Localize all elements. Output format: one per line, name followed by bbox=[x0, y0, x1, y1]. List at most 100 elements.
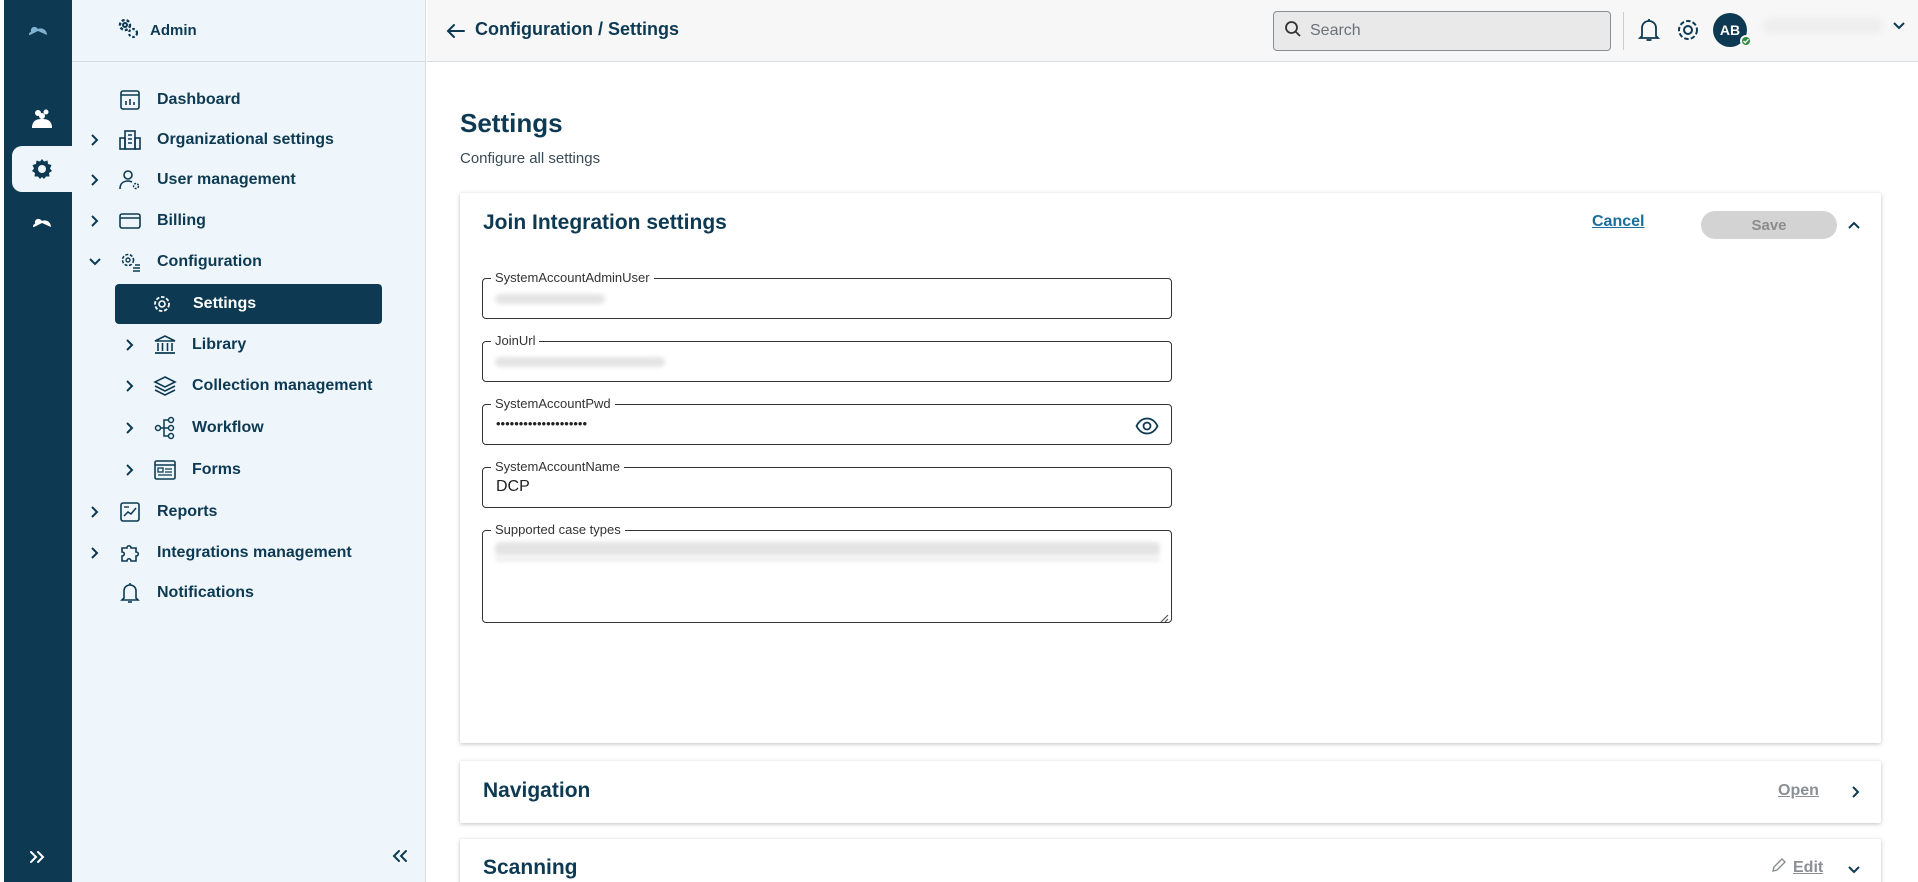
rail-users-button[interactable] bbox=[12, 96, 72, 142]
toolbar-divider bbox=[1623, 12, 1624, 50]
sidebar-item-user-management[interactable]: User management bbox=[72, 160, 426, 200]
workflow-icon bbox=[151, 414, 179, 442]
sidebar-item-library[interactable]: Library bbox=[72, 325, 426, 365]
search-icon bbox=[1284, 20, 1302, 43]
cancel-link[interactable]: Cancel bbox=[1592, 213, 1644, 231]
sidebar-item-label: Collection management bbox=[192, 377, 373, 394]
search-input[interactable] bbox=[1310, 22, 1590, 40]
gear-icon bbox=[148, 290, 176, 318]
redacted-value bbox=[495, 294, 605, 304]
collapse-sidebar-icon[interactable] bbox=[385, 842, 413, 870]
join-integration-panel: Join Integration settings Cancel Save Sy… bbox=[460, 193, 1881, 743]
field-label: SystemAccountName bbox=[491, 459, 624, 474]
sidebar-item-label: Integrations management bbox=[157, 544, 352, 561]
chevron-right-icon[interactable] bbox=[1846, 782, 1866, 802]
edit-label: Edit bbox=[1793, 858, 1824, 876]
search-box[interactable] bbox=[1273, 11, 1611, 51]
chevron-down-icon[interactable] bbox=[1887, 14, 1911, 38]
chevron-right-icon bbox=[120, 418, 140, 438]
sidebar-item-reports[interactable]: Reports bbox=[72, 492, 426, 532]
sidebar-item-label: Dashboard bbox=[157, 91, 241, 108]
rail-cloud-button[interactable] bbox=[12, 199, 72, 245]
system-account-admin-user-field[interactable]: SystemAccountAdminUser bbox=[482, 270, 1172, 319]
system-account-name-field[interactable]: SystemAccountName DCP bbox=[482, 459, 1172, 508]
sidebar-item-label: Billing bbox=[157, 212, 206, 229]
sidebar-item-label: Workflow bbox=[192, 419, 264, 436]
config-gear-icon bbox=[116, 248, 144, 276]
user-gear-icon bbox=[116, 166, 144, 194]
puzzle-icon bbox=[116, 539, 144, 567]
sidebar-item-dashboard[interactable]: Dashboard bbox=[72, 80, 426, 120]
chevron-right-icon bbox=[85, 170, 105, 190]
scanning-panel[interactable]: Scanning Edit bbox=[460, 839, 1881, 882]
sidebar-item-collection-management[interactable]: Collection management bbox=[72, 366, 426, 406]
chevron-right-icon bbox=[120, 376, 140, 396]
chevron-right-icon bbox=[85, 543, 105, 563]
sidebar-item-forms[interactable]: Forms bbox=[72, 450, 426, 490]
panel-title: Navigation bbox=[483, 779, 591, 802]
sidebar-item-label: Notifications bbox=[157, 584, 254, 601]
dashboard-icon bbox=[116, 86, 144, 114]
chevron-up-icon[interactable] bbox=[1844, 215, 1864, 235]
sidebar-item-billing[interactable]: Billing bbox=[72, 201, 426, 241]
field-label: Supported case types bbox=[491, 522, 625, 537]
app-logo-icon[interactable] bbox=[4, 0, 72, 60]
sidebar-item-configuration[interactable]: Configuration bbox=[72, 242, 426, 282]
user-name-redacted bbox=[1763, 18, 1883, 34]
expand-icon[interactable] bbox=[4, 834, 72, 880]
main-content: Settings Configure all settings Join Int… bbox=[427, 62, 1918, 882]
rail-settings-button[interactable] bbox=[12, 146, 72, 192]
pencil-icon bbox=[1771, 857, 1787, 878]
notifications-bell-icon[interactable] bbox=[1633, 14, 1665, 46]
library-icon bbox=[151, 331, 179, 359]
sidebar-item-label: User management bbox=[157, 171, 296, 188]
layers-icon bbox=[151, 372, 179, 400]
system-account-pwd-field[interactable]: SystemAccountPwd •••••••••••••••••••• bbox=[482, 396, 1172, 445]
sidebar-header: Admin bbox=[72, 0, 425, 62]
chevron-right-icon bbox=[120, 460, 140, 480]
chevron-down-icon bbox=[85, 252, 105, 272]
card-icon bbox=[116, 207, 144, 235]
field-label: JoinUrl bbox=[491, 333, 540, 348]
sidebar-item-notifications[interactable]: Notifications bbox=[72, 573, 426, 613]
app-rail bbox=[4, 0, 72, 882]
chevron-right-icon bbox=[85, 211, 105, 231]
show-password-eye-icon[interactable] bbox=[1135, 414, 1159, 438]
save-button[interactable]: Save bbox=[1701, 211, 1837, 239]
breadcrumb: Configuration / Settings bbox=[475, 19, 679, 39]
password-value: •••••••••••••••••••• bbox=[496, 416, 588, 431]
bell-icon bbox=[116, 579, 144, 607]
form-icon bbox=[151, 456, 179, 484]
open-link[interactable]: Open bbox=[1778, 782, 1819, 800]
sidebar-item-label: Settings bbox=[193, 295, 257, 312]
page-title: Settings bbox=[460, 108, 563, 138]
edit-link[interactable]: Edit bbox=[1771, 857, 1823, 878]
back-arrow-icon[interactable] bbox=[443, 18, 469, 44]
settings-gear-icon[interactable] bbox=[1672, 14, 1704, 46]
supported-case-types-textarea[interactable]: Supported case types bbox=[482, 522, 1172, 623]
field-label: SystemAccountAdminUser bbox=[491, 270, 654, 285]
sidebar-item-workflow[interactable]: Workflow bbox=[72, 408, 426, 448]
redacted-value bbox=[495, 357, 665, 367]
sidebar-item-label: Library bbox=[192, 336, 247, 353]
join-url-field[interactable]: JoinUrl bbox=[482, 333, 1172, 382]
sidebar-item-settings[interactable]: Settings bbox=[115, 284, 382, 324]
admin-sidebar: Admin Dashboard Organizational settings … bbox=[72, 0, 426, 882]
panel-title: Join Integration settings bbox=[483, 211, 727, 234]
sidebar-item-integrations-management[interactable]: Integrations management bbox=[72, 533, 426, 573]
field-value: DCP bbox=[496, 478, 530, 495]
page-subtitle: Configure all settings bbox=[460, 150, 601, 167]
chevron-right-icon bbox=[85, 502, 105, 522]
sidebar-item-label: Organizational settings bbox=[157, 131, 334, 148]
chevron-right-icon bbox=[120, 335, 140, 355]
sidebar-title: Admin bbox=[150, 22, 197, 39]
sidebar-item-label: Forms bbox=[192, 461, 241, 478]
top-bar: Configuration / Settings AB bbox=[427, 0, 1918, 62]
report-icon bbox=[116, 498, 144, 526]
resize-handle-icon[interactable] bbox=[1159, 610, 1169, 623]
navigation-panel[interactable]: Navigation Open bbox=[460, 761, 1881, 823]
chevron-down-icon[interactable] bbox=[1844, 860, 1864, 880]
online-status-icon bbox=[1740, 35, 1752, 47]
redacted-value bbox=[495, 542, 1160, 556]
sidebar-item-organizational-settings[interactable]: Organizational settings bbox=[72, 120, 426, 160]
